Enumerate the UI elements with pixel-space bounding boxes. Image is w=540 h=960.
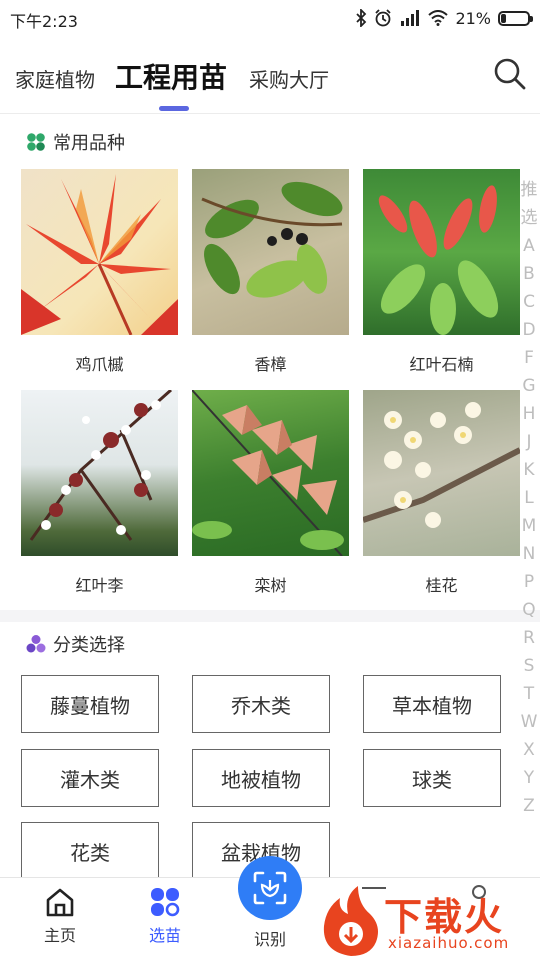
plant-card[interactable]: 栾树: [192, 390, 349, 596]
plant-card[interactable]: 红叶李: [21, 390, 178, 596]
bluetooth-icon: [355, 9, 367, 27]
alphabet-index-letter[interactable]: B: [518, 260, 540, 288]
plant-card[interactable]: 红叶石楠: [363, 169, 520, 375]
alphabet-index-letter[interactable]: Y: [518, 764, 540, 792]
alphabet-index-letter[interactable]: K: [518, 456, 540, 484]
alarm-icon: [374, 9, 392, 27]
alphabet-index-letter[interactable]: G: [518, 372, 540, 400]
alphabet-index-letter[interactable]: P: [518, 568, 540, 596]
alphabet-index-letter[interactable]: 推: [518, 176, 540, 204]
plant-name: 栾树: [254, 576, 287, 595]
tab-engineering-seedlings[interactable]: 工程用苗: [115, 56, 227, 96]
home-icon: [46, 888, 74, 917]
category-tree-button[interactable]: 乔木类: [192, 675, 330, 733]
alphabet-index-letter[interactable]: A: [518, 232, 540, 260]
wifi-icon: [428, 10, 449, 26]
tab-purchase-hall[interactable]: 采购大厅: [249, 64, 329, 93]
watermark-url: xiazaihuo.com: [388, 934, 510, 952]
plant-name: 鸡爪槭: [75, 355, 124, 374]
category-vine-button[interactable]: 藤蔓植物: [21, 675, 159, 733]
plant-name: 红叶石楠: [409, 355, 474, 374]
nav-scan[interactable]: 识别: [230, 926, 310, 950]
plant-name: 桂花: [425, 576, 458, 595]
alphabet-index-letter[interactable]: J: [518, 428, 540, 456]
alphabet-index-letter[interactable]: 选: [518, 204, 540, 232]
plant-name: 红叶李: [75, 576, 124, 595]
plant-name: 香樟: [254, 355, 287, 374]
nav-select-label: 选苗: [148, 926, 181, 945]
watermark-logo: 下载火 xiazaihuo.com: [318, 882, 540, 960]
status-icons: 21%: [355, 7, 533, 29]
category-flower-button[interactable]: 花类: [21, 822, 159, 877]
status-bar: 下午2:23 21%: [0, 0, 540, 36]
category-ball-button[interactable]: 球类: [363, 749, 501, 807]
plant-image: [192, 169, 349, 335]
category-groundcover-button[interactable]: 地被植物: [192, 749, 330, 807]
alphabet-index-letter[interactable]: W: [518, 708, 540, 736]
watermark-text: 下载火: [384, 895, 505, 939]
category-header: 分类选择: [26, 632, 125, 656]
active-tab-indicator: [159, 106, 189, 111]
alphabet-index-letter[interactable]: C: [518, 288, 540, 316]
alphabet-index-letter[interactable]: R: [518, 624, 540, 652]
search-icon: [494, 58, 526, 90]
alphabet-index-letter[interactable]: L: [518, 484, 540, 512]
plant-card[interactable]: 香樟: [192, 169, 349, 375]
alphabet-index-letter[interactable]: X: [518, 736, 540, 764]
alphabet-index-letter[interactable]: D: [518, 316, 540, 344]
alphabet-index-letter[interactable]: H: [518, 400, 540, 428]
nav-home[interactable]: 主页: [20, 886, 100, 946]
alphabet-index-letter[interactable]: S: [518, 652, 540, 680]
alphabet-index[interactable]: 推选ABCDFGHJKLMNPQRSTWXYZ: [518, 176, 540, 820]
plant-image: [21, 390, 178, 556]
plant-card[interactable]: 桂花: [363, 390, 520, 596]
battery-icon: [498, 10, 533, 26]
plant-image: [363, 390, 520, 556]
alphabet-index-letter[interactable]: F: [518, 344, 540, 372]
scan-flower-icon: [253, 871, 287, 905]
alphabet-index-letter[interactable]: T: [518, 680, 540, 708]
common-varieties-header: 常用品种: [26, 130, 125, 154]
alphabet-index-letter[interactable]: M: [518, 512, 540, 540]
alphabet-index-letter[interactable]: N: [518, 540, 540, 568]
section-divider: [0, 610, 540, 622]
alphabet-index-letter[interactable]: Q: [518, 596, 540, 624]
select-seedling-icon: [151, 888, 180, 917]
scan-button[interactable]: [238, 856, 302, 920]
common-varieties-section: 常用品种 鸡爪槭 香樟 红叶石楠 红叶李 栾树 桂花: [0, 120, 540, 610]
tab-home-plants[interactable]: 家庭植物: [15, 64, 95, 93]
nav-home-label: 主页: [43, 926, 76, 945]
clover-icon: [27, 133, 45, 151]
plant-image: [21, 169, 178, 335]
category-title: 分类选择: [53, 635, 125, 656]
category-section: 分类选择 藤蔓植物 乔木类 草本植物 灌木类 地被植物 球类 花类 盆栽植物: [0, 622, 540, 877]
plant-card[interactable]: 鸡爪槭: [21, 169, 178, 375]
plant-image: [363, 169, 520, 335]
plant-image: [192, 390, 349, 556]
category-herb-button[interactable]: 草本植物: [363, 675, 501, 733]
category-shrub-button[interactable]: 灌木类: [21, 749, 159, 807]
flame-logo-icon: [323, 886, 378, 956]
search-button[interactable]: [492, 56, 528, 92]
category-icon: [26, 635, 46, 653]
top-tabs: 家庭植物 工程用苗 采购大厅: [0, 44, 540, 114]
signal-icon: [399, 10, 421, 26]
status-time: 下午2:23: [10, 12, 78, 31]
nav-scan-label: 识别: [253, 930, 286, 949]
nav-select[interactable]: 选苗: [125, 886, 205, 946]
alphabet-index-letter[interactable]: Z: [518, 792, 540, 820]
battery-percent: 21%: [455, 8, 491, 28]
common-varieties-title: 常用品种: [53, 133, 125, 154]
